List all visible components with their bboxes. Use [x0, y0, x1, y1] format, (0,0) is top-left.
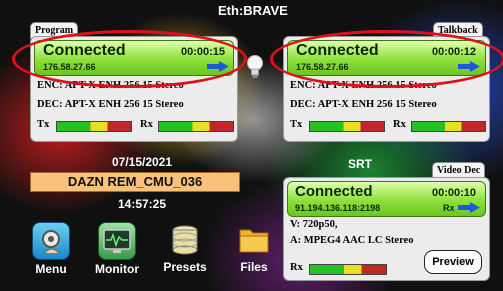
- talkback-highlight-ring: [270, 30, 503, 88]
- talkback-rx-meter: [411, 121, 486, 132]
- program-tx-label: Tx: [37, 119, 50, 130]
- codec-screen: Eth:BRAVE Program Connected 00:00:15 176…: [0, 0, 503, 291]
- menu-label: Menu: [35, 262, 67, 276]
- program-dec: DEC: APT-X ENH 256 15 Stereo: [37, 99, 184, 110]
- preview-button[interactable]: Preview: [424, 250, 482, 274]
- menu-button[interactable]: Menu: [29, 222, 73, 276]
- srt-rx-meter: [309, 264, 387, 275]
- files-label: Files: [240, 260, 268, 274]
- srt-status: Connected: [295, 183, 373, 200]
- interface-title: Eth:BRAVE: [218, 3, 288, 18]
- date-display: 07/15/2021: [111, 155, 173, 169]
- srt-direction: Rx: [443, 203, 455, 213]
- presets-button[interactable]: Presets: [160, 222, 210, 274]
- program-rx-label: Rx: [140, 119, 153, 130]
- folder-icon: [236, 222, 272, 258]
- arrow-right-icon: [458, 202, 480, 213]
- srt-video-info: V: 720p50,: [290, 219, 338, 230]
- srt-timer: 00:00:10: [432, 187, 477, 199]
- lightbulb-icon: [247, 55, 263, 78]
- database-icon: [167, 222, 203, 258]
- srt-status-box[interactable]: Connected 00:00:10 91.194.136.118:2198 R…: [287, 181, 486, 217]
- device-name: DAZN REM_CMU_036: [30, 172, 240, 192]
- talkback-rx-label: Rx: [393, 119, 406, 130]
- monitor-button[interactable]: Monitor: [92, 222, 142, 276]
- srt-panel[interactable]: Connected 00:00:10 91.194.136.118:2198 R…: [283, 177, 490, 281]
- gear-hand-icon: [32, 222, 70, 260]
- srt-rx-label: Rx: [290, 262, 303, 273]
- time-display: 14:57:25: [117, 197, 167, 211]
- talkback-tx-meter: [309, 121, 385, 132]
- srt-address: 91.194.136.118:2198: [295, 203, 381, 213]
- srt-audio-info: A: MPEG4 AAC LC Stereo: [290, 235, 414, 246]
- talkback-dec: DEC: APT-X ENH 256 15 Stereo: [290, 99, 437, 110]
- monitor-label: Monitor: [95, 262, 139, 276]
- talkback-tx-label: Tx: [290, 119, 303, 130]
- srt-section-label: SRT: [348, 157, 372, 171]
- monitor-waveform-icon: [98, 222, 136, 260]
- program-rx-meter: [158, 121, 234, 132]
- program-tx-meter: [56, 121, 132, 132]
- files-button[interactable]: Files: [232, 222, 276, 274]
- presets-label: Presets: [163, 260, 207, 274]
- program-highlight-ring: [12, 30, 247, 88]
